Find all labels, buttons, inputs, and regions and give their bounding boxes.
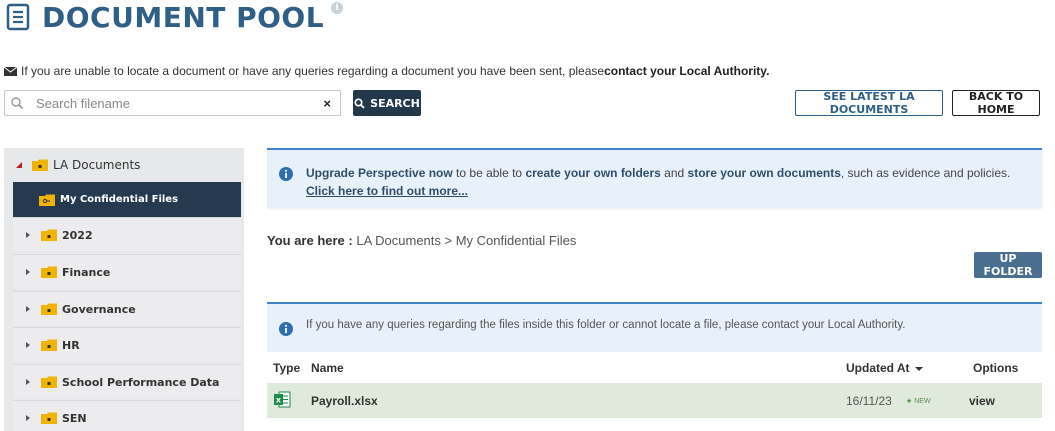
caret-down-icon (16, 161, 22, 168)
folder-info-banner: If you have any queries regarding the fi… (267, 302, 1042, 352)
sidebar-item-governance[interactable]: Governance (13, 291, 241, 326)
search-box: × (4, 90, 341, 116)
page-title: DOCUMENT POOL (42, 0, 325, 34)
info-icon (279, 322, 293, 336)
back-to-home-button[interactable]: BACK TO HOME (952, 90, 1040, 116)
folder-lock-icon (41, 229, 57, 241)
sidebar-item-hr[interactable]: HR (13, 327, 241, 362)
notice-body: If you are unable to locate a document o… (21, 64, 605, 78)
excel-file-icon: x (274, 391, 291, 408)
column-name: Name (311, 361, 344, 375)
sidebar-item-label: Finance (62, 265, 111, 279)
sidebar-item-label: HR (62, 338, 80, 352)
page-header: DOCUMENT POOL i (6, 0, 344, 34)
up-folder-button[interactable]: UP FOLDER (974, 252, 1042, 278)
caret-right-icon (26, 306, 30, 312)
see-latest-button[interactable]: SEE LATEST LA DOCUMENTS (795, 90, 943, 116)
folder-lock-icon (41, 303, 57, 315)
caret-right-icon (26, 232, 30, 238)
column-updated-at-label: Updated At (846, 361, 910, 375)
caret-right-icon (26, 415, 30, 421)
folder-lock-icon (41, 266, 57, 278)
info-icon (279, 167, 293, 181)
find-out-more-link[interactable]: Click here to find out more... (306, 184, 468, 198)
upgrade-text-part: , such as evidence and policies. (840, 166, 1011, 180)
sidebar-item-label: My Confidential Files (60, 194, 179, 205)
sidebar-item-la-documents[interactable]: LA Documents (4, 148, 244, 181)
table-row[interactable]: x Payroll.xlsx 16/11/23 ★ NEW view (267, 383, 1042, 418)
search-icon (354, 97, 365, 109)
new-badge: ★ NEW (906, 397, 931, 405)
sidebar-item-2022[interactable]: 2022 (13, 217, 241, 252)
envelope-icon (4, 66, 17, 76)
table-header: Type Name Updated At Options (267, 352, 1042, 383)
upgrade-text: Upgrade Perspective now to be able to cr… (306, 164, 1031, 200)
caret-right-icon (26, 269, 30, 275)
caret-right-icon (26, 379, 30, 385)
column-type: Type (273, 361, 301, 375)
sidebar-item-label: Governance (62, 302, 136, 316)
sidebar-item-my-confidential-files[interactable]: My Confidential Files (13, 182, 241, 217)
clear-search-icon[interactable]: × (323, 96, 331, 111)
sidebar-item-finance[interactable]: Finance (13, 254, 241, 289)
notice-text: If you are unable to locate a document o… (4, 64, 769, 78)
new-badge-label: NEW (914, 398, 931, 405)
upgrade-strong: create your own folders (525, 166, 661, 180)
info-icon[interactable]: i (331, 2, 344, 14)
file-updated-date: 16/11/23 (846, 394, 892, 408)
search-input[interactable] (36, 95, 306, 111)
file-name[interactable]: Payroll.xlsx (311, 394, 378, 408)
folder-info-text: If you have any queries regarding the fi… (306, 319, 906, 331)
breadcrumb-label: You are here : (267, 233, 353, 248)
folder-key-icon (39, 194, 55, 206)
search-button-label: SEARCH (370, 96, 420, 110)
sidebar-item-label: SEN (62, 411, 87, 425)
svg-text:x: x (276, 396, 282, 405)
star-icon: ★ (906, 398, 913, 405)
search-icon (11, 97, 24, 110)
upgrade-text-part: to be able to (452, 166, 526, 180)
sidebar-item-label: 2022 (62, 228, 93, 242)
caret-right-icon (26, 342, 30, 348)
document-icon (6, 3, 30, 31)
folder-lock-icon (32, 159, 48, 171)
breadcrumb-path: LA Documents > My Confidential Files (352, 233, 577, 248)
search-button[interactable]: SEARCH (353, 90, 421, 116)
upgrade-strong: Upgrade Perspective now (306, 166, 453, 180)
notice-contact: contact your Local Authority. (604, 64, 770, 78)
sidebar-item-label: School Performance Data (62, 375, 220, 389)
folder-tree: LA Documents My Confidential Files 2022 … (4, 148, 244, 431)
upgrade-banner: Upgrade Perspective now to be able to cr… (267, 148, 1042, 208)
folder-lock-icon (41, 412, 57, 424)
upgrade-strong: store your own documents (687, 166, 841, 180)
view-link[interactable]: view (969, 394, 995, 408)
column-updated-at[interactable]: Updated At (846, 361, 923, 375)
breadcrumb: You are here : LA Documents > My Confide… (267, 233, 576, 248)
upgrade-text-part: and (660, 166, 688, 180)
column-options: Options (973, 361, 1019, 375)
sort-down-icon (914, 367, 923, 371)
sidebar-item-sen[interactable]: SEN (13, 400, 241, 431)
folder-lock-icon (41, 339, 57, 351)
sidebar-item-label: LA Documents (53, 157, 141, 172)
sidebar-item-school-performance-data[interactable]: School Performance Data (13, 364, 241, 399)
folder-lock-icon (41, 376, 57, 388)
